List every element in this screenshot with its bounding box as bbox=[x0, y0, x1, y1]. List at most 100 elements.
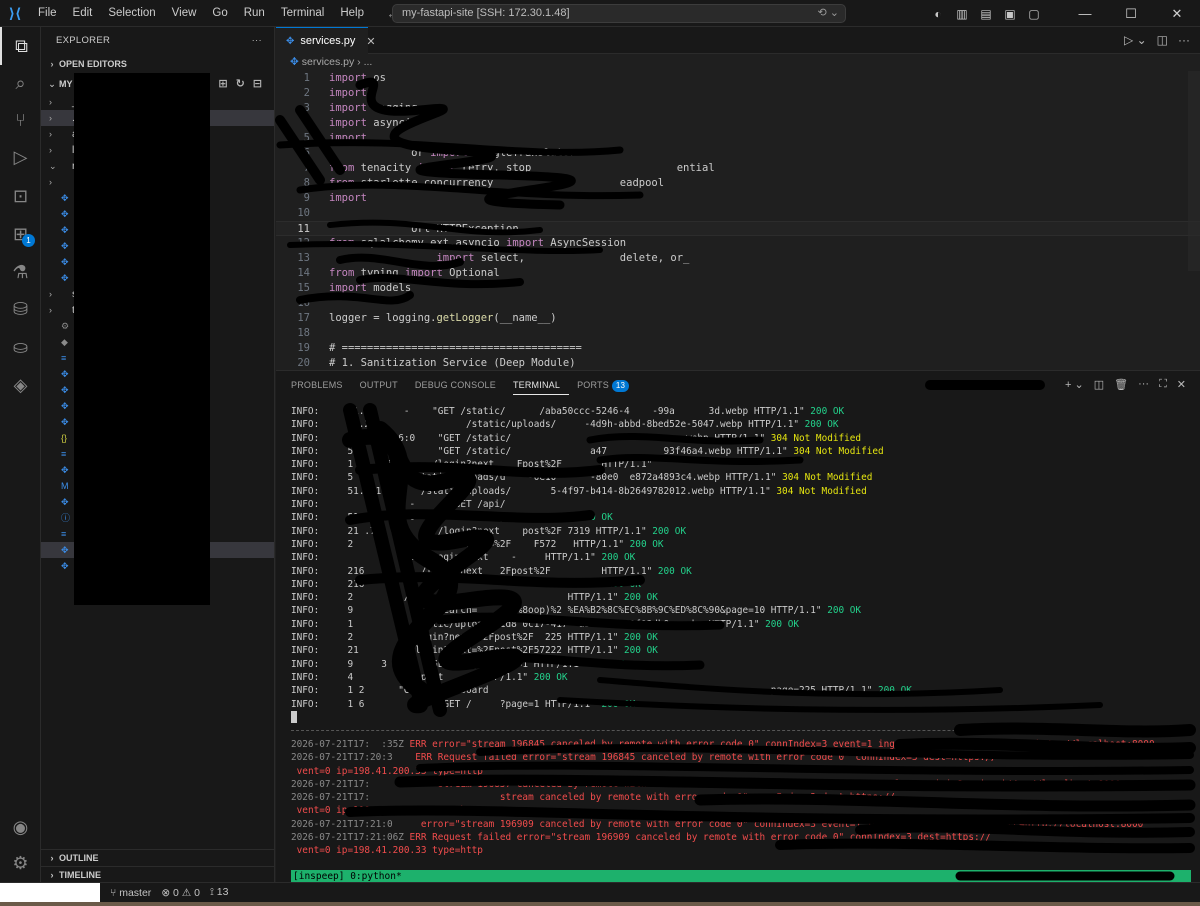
menu-go[interactable]: Go bbox=[204, 0, 235, 27]
terminal-line: INFO: 5 .6:6 "GET /static/ a47 93f46a4.w… bbox=[291, 445, 1196, 458]
close-tab-icon[interactable]: ✕ bbox=[366, 35, 375, 48]
code-editor[interactable]: 1 import os 2 import 3 import logging 4 import … bbox=[276, 71, 1200, 371]
title-bar: ⟩⟨ File Edit Selection View Go Run Terminal Hel… bbox=[0, 0, 1200, 27]
code-line[interactable]: 13 import select, delete, or_ bbox=[276, 251, 1200, 266]
code-line[interactable]: 20 # 1. Sanitization Service (Deep Module… bbox=[276, 356, 1200, 371]
toggle-secondary-sidebar-icon[interactable]: ▢ bbox=[1022, 7, 1046, 21]
terminal-line: INFO: 1 /static/uploads/1d8 0c17-417 a5f… bbox=[291, 618, 1196, 631]
code-line[interactable]: 11 ort HTTPException bbox=[276, 221, 1200, 236]
toggle-primary-sidebar-icon[interactable]: ▤ bbox=[974, 7, 998, 21]
breadcrumb-file[interactable]: services.py bbox=[302, 56, 355, 68]
log-timestamp: 2026-07-21T17: :35Z bbox=[291, 739, 404, 750]
timeline-section[interactable]: › TIMELINE bbox=[41, 866, 275, 883]
outline-section[interactable]: › OUTLINE bbox=[41, 849, 275, 866]
code-line[interactable]: 4 import asyncio bbox=[276, 116, 1200, 131]
menu-help[interactable]: Help bbox=[332, 0, 372, 27]
close-panel-icon[interactable]: ✕ bbox=[1177, 378, 1186, 391]
code-line[interactable]: 12 from sqlalchemy.ext.asyncio import Asy… bbox=[276, 236, 1200, 251]
tab-terminal[interactable]: TERMINAL bbox=[512, 375, 570, 395]
run-python-file-icon[interactable]: ▷ ⌄ bbox=[1124, 33, 1147, 47]
more-actions-icon[interactable]: ··· bbox=[1138, 378, 1149, 391]
run-debug-icon[interactable]: ▷ bbox=[0, 138, 41, 176]
breadcrumb-symbol[interactable]: › ... bbox=[357, 56, 372, 68]
code-line[interactable]: 9 import bbox=[276, 191, 1200, 206]
tab-services-py[interactable]: ✥ services.py ✕ bbox=[276, 27, 376, 54]
menu-view[interactable]: View bbox=[164, 0, 205, 27]
terminal-output[interactable]: INFO: 51. - "GET /static/ /aba50ccc-5246… bbox=[291, 405, 1196, 724]
layers-icon[interactable]: ◈ bbox=[0, 366, 41, 404]
testing-icon[interactable]: ⚗ bbox=[0, 253, 41, 291]
extensions-icon[interactable]: ⊞ 1 bbox=[0, 215, 41, 253]
vscode-logo-icon: ⟩⟨ bbox=[8, 4, 22, 21]
code-line[interactable]: 14 from typing import Optional bbox=[276, 266, 1200, 281]
menu-run[interactable]: Run bbox=[236, 0, 273, 27]
ports-status[interactable]: ⟟ 13 bbox=[210, 886, 229, 899]
problems-status[interactable]: ⊗ 0 ⚠ 0 bbox=[161, 887, 200, 899]
file-type-icon: ≡ bbox=[61, 353, 67, 363]
code-text: from typing import Optional bbox=[329, 267, 500, 279]
customize-layout-icon[interactable]: ▥ bbox=[950, 7, 974, 21]
remote-explorer-icon[interactable]: ⊡ bbox=[0, 177, 41, 215]
explorer-icon[interactable]: ⧉ bbox=[0, 27, 41, 65]
code-line[interactable]: 17 logger = logging.getLogger(__name__) bbox=[276, 311, 1200, 326]
python-icon[interactable]: ⛁ bbox=[0, 290, 41, 328]
maximize-button[interactable]: ☐ bbox=[1108, 6, 1154, 22]
code-line[interactable]: 18 bbox=[276, 326, 1200, 341]
new-folder-icon[interactable]: ⊞ bbox=[218, 74, 227, 94]
split-editor-icon[interactable]: ◫ bbox=[1157, 33, 1168, 47]
menu-selection[interactable]: Selection bbox=[100, 0, 163, 27]
settings-gear-icon[interactable]: ⚙ bbox=[0, 844, 41, 882]
terminal-launch-profile-icon[interactable]: + ⌄ bbox=[1065, 378, 1084, 391]
more-actions-icon[interactable]: ··· bbox=[252, 27, 262, 54]
account-icon[interactable]: ◉ bbox=[0, 808, 41, 846]
minimize-button[interactable]: — bbox=[1062, 6, 1108, 22]
code-text: from tenacity import retry, stop ential bbox=[329, 162, 715, 174]
split-terminal-icon[interactable]: ◫ bbox=[1094, 378, 1104, 391]
command-center[interactable]: my-fastapi-site [SSH: 172.30.1.48] ⟲ ⌄ bbox=[392, 4, 846, 23]
source-control-icon[interactable]: ⑂ bbox=[0, 101, 41, 139]
database-icon[interactable]: ⛀ bbox=[0, 328, 41, 366]
code-line[interactable]: 19 # ====================================… bbox=[276, 341, 1200, 356]
tab-problems[interactable]: PROBLEMS bbox=[291, 371, 352, 399]
toggle-panel-icon[interactable]: ▣ bbox=[998, 7, 1022, 21]
status-code: 200 OK bbox=[827, 605, 862, 617]
search-icon[interactable]: ⌕ bbox=[0, 64, 41, 102]
menu-terminal[interactable]: Terminal bbox=[273, 0, 332, 27]
maximize-panel-icon[interactable]: ⛶ bbox=[1159, 378, 1167, 391]
kill-terminal-icon[interactable]: 🗑 bbox=[1114, 378, 1128, 391]
branch-status[interactable]: ⑂ master bbox=[110, 887, 151, 899]
code-line[interactable]: 15 import models bbox=[276, 281, 1200, 296]
editor-scrollbar[interactable] bbox=[1188, 71, 1200, 271]
tab-ports[interactable]: PORTS 13 bbox=[577, 371, 638, 399]
menu-file[interactable]: File bbox=[30, 0, 65, 27]
code-line[interactable]: 8 from starlette.concurrency eadpool bbox=[276, 176, 1200, 191]
terminal-prompt-line[interactable] bbox=[291, 711, 1196, 724]
collapse-all-icon[interactable]: ⊟ bbox=[253, 74, 262, 94]
line-number: 10 bbox=[297, 207, 310, 219]
request-text: INFO: 51.2 0 - /api/ bbox=[291, 512, 579, 524]
close-window-button[interactable]: ✕ bbox=[1154, 6, 1200, 22]
code-line[interactable]: 6 or import GoogleTranslator bbox=[276, 146, 1200, 161]
redaction-block bbox=[74, 73, 210, 605]
more-actions-icon[interactable]: ··· bbox=[1178, 33, 1190, 47]
refresh-icon[interactable]: ↻ bbox=[236, 74, 245, 94]
copilot-icon[interactable]: ⟲ ⌄ bbox=[818, 5, 840, 22]
tab-debug-console[interactable]: DEBUG CONSOLE bbox=[415, 371, 505, 399]
code-line[interactable]: 7 from tenacity import retry, stop ential bbox=[276, 161, 1200, 176]
code-line[interactable]: 2 import bbox=[276, 86, 1200, 101]
code-line[interactable]: 5 import bbox=[276, 131, 1200, 146]
copilot-status-icon[interactable]: ◐ bbox=[926, 7, 950, 21]
tab-output[interactable]: OUTPUT bbox=[360, 371, 407, 399]
code-line[interactable]: 16 bbox=[276, 296, 1200, 311]
tunnel-log-output[interactable]: 2026-07-21T17: :35Z ERR error="stream 19… bbox=[291, 738, 1196, 858]
remote-indicator[interactable] bbox=[0, 882, 100, 903]
code-line[interactable]: 3 import logging bbox=[276, 101, 1200, 116]
code-line[interactable]: 1 import os bbox=[276, 71, 1200, 86]
code-text: logger = logging.getLogger(__name__) bbox=[329, 312, 557, 324]
menu-edit[interactable]: Edit bbox=[65, 0, 101, 27]
command-center-label: my-fastapi-site [SSH: 172.30.1.48] bbox=[402, 7, 570, 19]
open-editors-section[interactable]: › OPEN EDITORS bbox=[41, 54, 274, 74]
line-number: 12 bbox=[297, 237, 310, 249]
request-text: INFO: 1 21 /login?next Fpost%2F HTTP/1.1… bbox=[291, 459, 653, 471]
code-line[interactable]: 10 bbox=[276, 206, 1200, 221]
